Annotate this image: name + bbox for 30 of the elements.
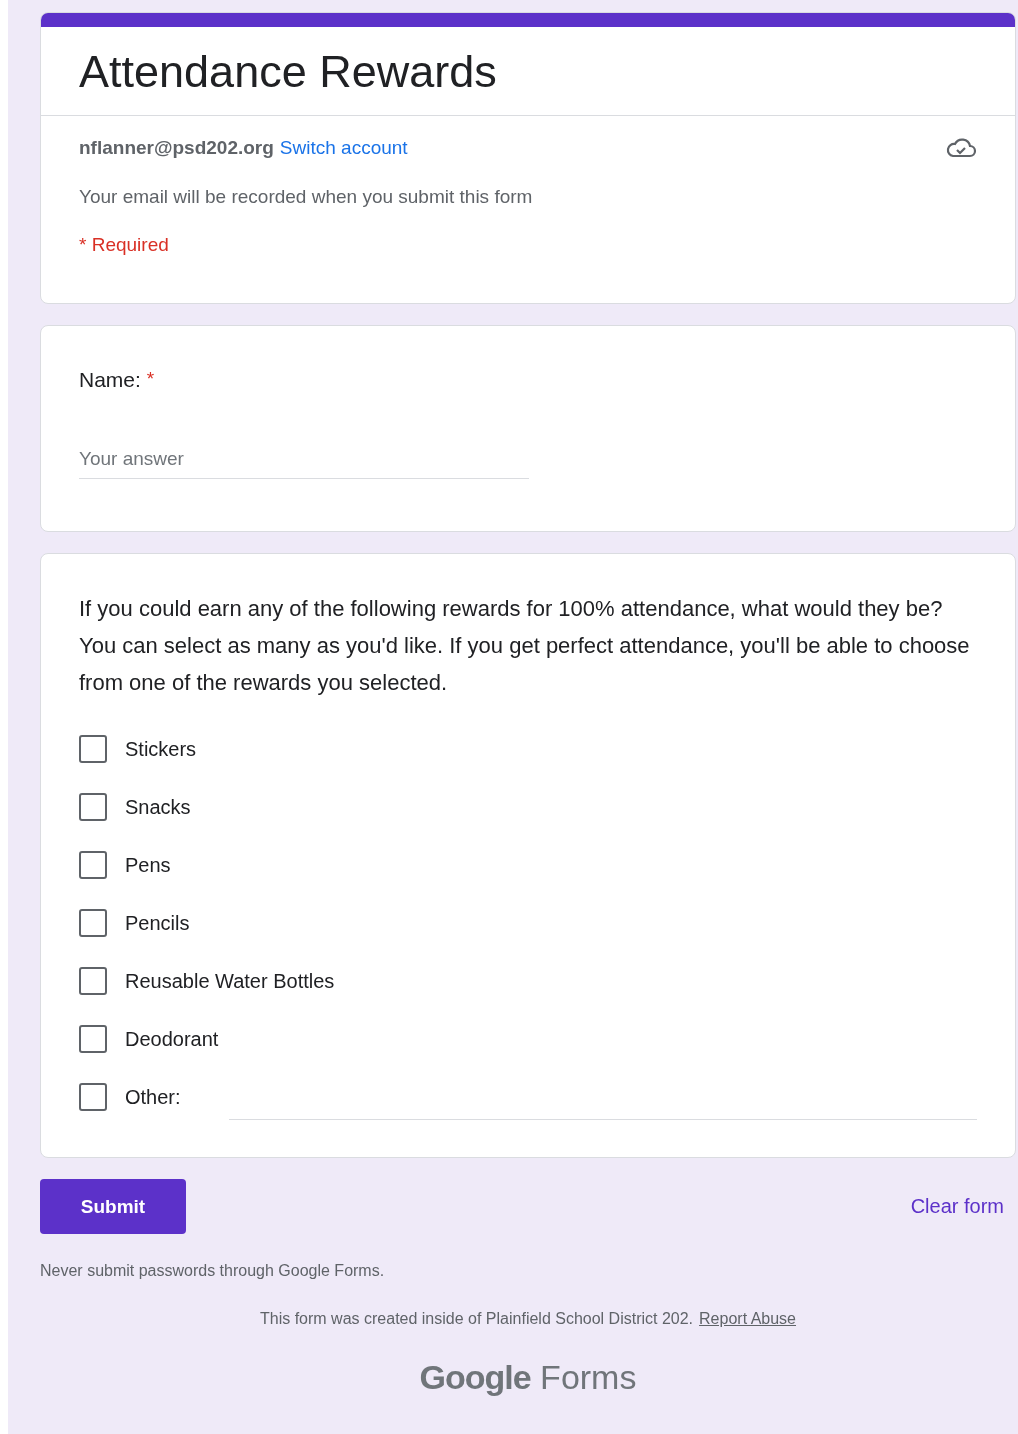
- question-label: If you could earn any of the following rewards for 100% attendance, what would they be? You can select as many as you'd like. If you get perfect attendance, you'll be able to choose from one of the rewards you selected.: [79, 595, 971, 697]
- checkbox[interactable]: [79, 967, 107, 995]
- submit-button[interactable]: Submit: [40, 1179, 186, 1234]
- required-marker: *: [146, 368, 155, 391]
- option-label: Reusable Water Bottles: [125, 969, 335, 993]
- option-label: Other:: [125, 1085, 181, 1109]
- cloud-check-icon: [945, 135, 977, 160]
- checkbox[interactable]: [79, 851, 107, 879]
- option-label: Deodorant: [125, 1027, 219, 1051]
- clear-form-button[interactable]: Clear form: [898, 1191, 1016, 1222]
- option-label: Pencils: [125, 911, 190, 935]
- google-forms-logo: Google Forms: [419, 1358, 637, 1397]
- option-label: Stickers: [125, 737, 197, 761]
- checkbox[interactable]: [79, 1083, 107, 1111]
- checkbox[interactable]: [79, 735, 107, 763]
- account-email: nflanner@psd202.org: [79, 136, 274, 159]
- email-notice: Your email will be recorded when you submit this form: [79, 185, 534, 208]
- option-label: Pens: [125, 853, 171, 877]
- switch-account-link[interactable]: Switch account: [279, 136, 408, 159]
- checkbox[interactable]: [79, 793, 107, 821]
- option-label: Snacks: [125, 795, 191, 819]
- answer-field[interactable]: Your answer: [79, 448, 529, 479]
- checkbox[interactable]: [79, 1025, 107, 1053]
- required-note: * Required: [79, 233, 170, 256]
- question-label: Name:: [79, 368, 141, 392]
- created-notice: This form was created inside of Plainfield School District 202.: [260, 1310, 694, 1328]
- password-notice: Never submit passwords through Google Forms.: [40, 1262, 386, 1280]
- form-title: Attendance Rewards: [78, 45, 498, 99]
- checkbox[interactable]: [79, 909, 107, 937]
- report-abuse-link[interactable]: Report Abuse: [699, 1310, 796, 1328]
